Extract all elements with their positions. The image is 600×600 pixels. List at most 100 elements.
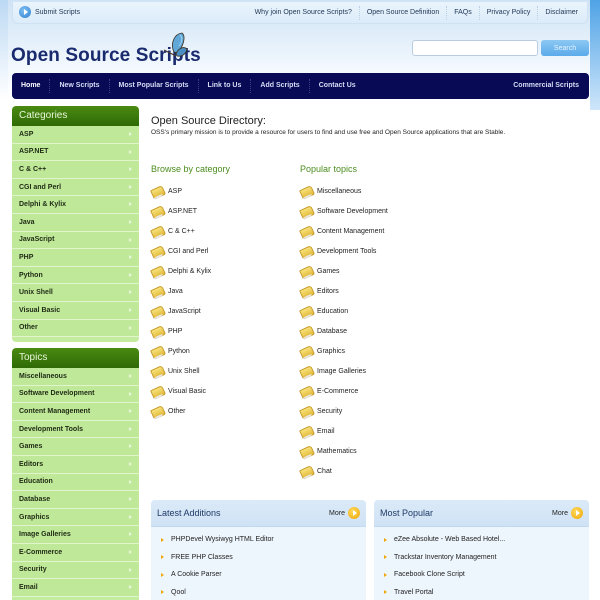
directory-link[interactable]: E-Commerce — [300, 381, 388, 401]
directory-link[interactable]: C & C++ — [151, 221, 211, 241]
arrow-right-circle-icon — [571, 507, 583, 519]
directory-link[interactable]: Software Development — [300, 201, 388, 221]
folder-icon — [299, 245, 313, 258]
sidebar-item[interactable]: JavaScript — [12, 231, 139, 250]
arrow-right-icon — [129, 167, 132, 172]
search-input[interactable] — [412, 40, 538, 56]
sidebar-item[interactable]: Graphics — [12, 508, 139, 527]
search-button[interactable]: Search — [541, 40, 589, 56]
directory-link[interactable]: Editors — [300, 281, 388, 301]
directory-link[interactable]: Email — [300, 421, 388, 441]
directory-link[interactable]: Python — [151, 341, 211, 361]
arrow-right-icon — [129, 585, 132, 590]
directory-link[interactable]: Security — [300, 401, 388, 421]
top-link-definition[interactable]: Open Source Definition — [358, 6, 446, 20]
latest-more-button[interactable]: More — [329, 507, 360, 519]
sidebar-item[interactable]: Security — [12, 561, 139, 580]
directory-link[interactable]: Chat — [300, 461, 388, 481]
directory-link-label: Content Management — [317, 227, 385, 235]
nav-most-popular[interactable]: Most Popular Scripts — [108, 79, 198, 93]
top-link-privacy[interactable]: Privacy Policy — [478, 6, 538, 20]
directory-link[interactable]: Mathematics — [300, 441, 388, 461]
panel-list-item[interactable]: FREE PHP Classes — [161, 549, 366, 567]
nav-new-scripts[interactable]: New Scripts — [49, 79, 108, 93]
directory-link[interactable]: Miscellaneous — [300, 181, 388, 201]
panel-list-item-label: Facebook Clone Script — [394, 571, 465, 579]
directory-link[interactable]: Other — [151, 401, 211, 421]
bullet-arrow-icon — [384, 590, 387, 595]
panel-list-item[interactable]: eZee Absolute - Web Based Hotel... — [384, 531, 589, 549]
top-link-faqs[interactable]: FAQs — [446, 6, 479, 20]
sidebar-item[interactable]: Education — [12, 473, 139, 492]
sidebar-item[interactable]: ASP — [12, 126, 139, 144]
directory-link[interactable]: Education — [300, 301, 388, 321]
directory-link[interactable]: ASP.NET — [151, 201, 211, 221]
directory-link[interactable]: Unix Shell — [151, 361, 211, 381]
nav-contact-us[interactable]: Contact Us — [308, 79, 365, 93]
sidebar-item[interactable]: Miscellaneous — [12, 368, 139, 386]
nav-link-to-us[interactable]: Link to Us — [197, 79, 251, 93]
top-bar: Submit Scripts Why join Open Source Scri… — [12, 2, 588, 24]
folder-icon — [150, 185, 164, 198]
sidebar-item-label: Education — [19, 478, 53, 486]
sidebar-item-label: JavaScript — [19, 236, 55, 244]
popular-more-button[interactable]: More — [552, 507, 583, 519]
nav-add-scripts[interactable]: Add Scripts — [250, 79, 308, 93]
top-link-why-join[interactable]: Why join Open Source Scripts? — [248, 6, 359, 20]
sidebar-item[interactable]: PHP — [12, 249, 139, 267]
sidebar-item[interactable]: Database — [12, 491, 139, 509]
sidebar-item[interactable]: Delphi & Kylix — [12, 196, 139, 214]
arrow-right-icon — [129, 184, 132, 189]
panel-list-item[interactable]: Qool — [161, 584, 366, 600]
directory-link-label: Software Development — [317, 207, 388, 215]
sidebar-item[interactable]: Email — [12, 579, 139, 597]
directory-link[interactable]: Content Management — [300, 221, 388, 241]
directory-link[interactable]: Development Tools — [300, 241, 388, 261]
submit-scripts-link[interactable]: Submit Scripts — [19, 6, 80, 18]
sidebar-item[interactable]: Editors — [12, 455, 139, 474]
panel-list-item-label: Trackstar Inventory Management — [394, 553, 497, 561]
latest-additions-panel: Latest Additions More PHPDevel Wysiwyg H… — [151, 500, 366, 600]
directory-link[interactable]: PHP — [151, 321, 211, 341]
panel-list-item[interactable]: Facebook Clone Script — [384, 566, 589, 584]
panel-list-item[interactable]: Trackstar Inventory Management — [384, 549, 589, 567]
sidebar-item[interactable]: Software Development — [12, 385, 139, 404]
sidebar-item[interactable]: Unix Shell — [12, 284, 139, 302]
directory-link[interactable]: CGI and Perl — [151, 241, 211, 261]
latest-additions-title: Latest Additions — [157, 508, 221, 518]
directory-link[interactable]: Graphics — [300, 341, 388, 361]
sidebar-item[interactable]: Python — [12, 266, 139, 285]
directory-link[interactable]: ASP — [151, 181, 211, 201]
directory-link[interactable]: Java — [151, 281, 211, 301]
arrow-right-circle-icon — [348, 507, 360, 519]
directory-link[interactable]: JavaScript — [151, 301, 211, 321]
sidebar-item[interactable]: Development Tools — [12, 420, 139, 439]
sidebar-item[interactable]: ASP.NET — [12, 143, 139, 162]
top-link-disclaimer[interactable]: Disclaimer — [537, 6, 585, 20]
sidebar-item[interactable]: Visual Basic — [12, 301, 139, 320]
arrow-right-icon — [129, 202, 132, 207]
sidebar-item[interactable]: Image Galleries — [12, 526, 139, 544]
nav-commercial-scripts[interactable]: Commercial Scripts — [504, 79, 589, 93]
directory-link[interactable]: Image Galleries — [300, 361, 388, 381]
sidebar-item[interactable]: CGI and Perl — [12, 178, 139, 197]
panel-list-item[interactable]: PHPDevel Wysiwyg HTML Editor — [161, 531, 366, 549]
folder-icon — [150, 345, 164, 358]
directory-link[interactable]: Games — [300, 261, 388, 281]
sidebar-item[interactable]: Games — [12, 438, 139, 456]
panel-list-item-label: FREE PHP Classes — [171, 553, 233, 561]
sidebar-item[interactable]: Other — [12, 319, 139, 338]
sidebar-item[interactable]: C & C++ — [12, 161, 139, 179]
directory-link[interactable]: Visual Basic — [151, 381, 211, 401]
folder-icon — [299, 265, 313, 278]
bullet-arrow-icon — [161, 555, 164, 560]
panel-list-item[interactable]: A Cookie Parser — [161, 566, 366, 584]
nav-home[interactable]: Home — [12, 79, 49, 93]
directory-link[interactable]: Database — [300, 321, 388, 341]
sidebar-item[interactable]: Java — [12, 213, 139, 232]
directory-link[interactable]: Delphi & Kylix — [151, 261, 211, 281]
sidebar-item[interactable]: Content Management — [12, 403, 139, 421]
sidebar-item[interactable]: E-Commerce — [12, 543, 139, 562]
panel-list-item[interactable]: Travel Portal — [384, 584, 589, 600]
submit-scripts-label: Submit Scripts — [35, 8, 81, 16]
